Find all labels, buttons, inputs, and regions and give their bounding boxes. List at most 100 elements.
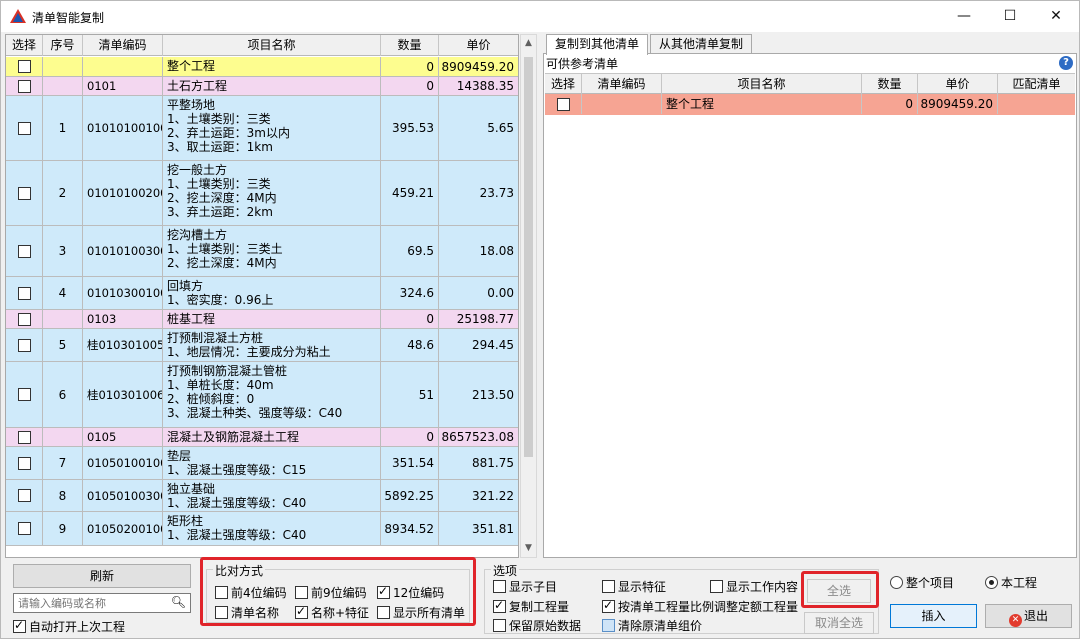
refresh-button[interactable]: 刷新 xyxy=(13,564,191,588)
rcol-name[interactable]: 项目名称 xyxy=(662,74,862,94)
row-qty: 0 xyxy=(862,94,918,114)
row-seq xyxy=(43,57,83,76)
row-name-line: 独立基础 xyxy=(167,482,216,496)
table-row[interactable]: 9010502001001矩形柱1、混凝土强度等级：C408934.52351.… xyxy=(6,512,518,546)
row-checkbox[interactable] xyxy=(17,79,31,93)
row-name-line: 平整场地 xyxy=(167,98,216,112)
row-price: 25198.77 xyxy=(456,312,514,326)
rcol-qty[interactable]: 数量 xyxy=(862,74,918,94)
opt-show-feature[interactable]: 显示特征 xyxy=(602,578,666,595)
row-name: 垫层 1、混凝土强度等级：C15 xyxy=(163,447,381,479)
search-icon[interactable]: 🔍︎ xyxy=(171,595,186,609)
row-code: 010101002001 xyxy=(83,161,163,225)
table-row[interactable]: 8010501003001独立基础1、混凝土强度等级：C405892.25321… xyxy=(6,480,518,512)
show-work-checkbox[interactable] xyxy=(710,580,723,593)
row-checkbox[interactable] xyxy=(17,522,31,535)
opt-copy-qty[interactable]: 复制工程量 xyxy=(493,598,569,615)
auto-open-checkbox[interactable] xyxy=(13,618,26,633)
row-name: 回填方 1、密实度：0.96上 xyxy=(163,277,381,309)
app-logo-icon xyxy=(10,9,26,23)
scope-this-project[interactable]: 本工程 xyxy=(985,574,1037,591)
rcol-price[interactable]: 单价 xyxy=(918,74,998,94)
adjust-ratio-checkbox[interactable] xyxy=(602,598,615,613)
table-row[interactable]: 2010101002001挖一般土方1、土壤类别：三类2、挖土深度：4M内3、弃… xyxy=(6,161,518,226)
show-feature-checkbox[interactable] xyxy=(602,580,615,593)
table-row[interactable]: 1010101001001平整场地1、土壤类别：三类2、弃土运距：3m以内3、取… xyxy=(6,96,518,161)
tab-copy-to-other[interactable]: 复制到其他清单 xyxy=(546,34,649,55)
row-price: 351.81 xyxy=(472,521,514,536)
table-row[interactable]: 5桂0103010050打预制混凝土方桩1、地层情况：主要成分为粘土48.629… xyxy=(6,329,518,362)
col-qty[interactable]: 数量 xyxy=(381,35,439,56)
row-checkbox[interactable] xyxy=(17,121,31,135)
show-child-checkbox[interactable] xyxy=(493,580,506,593)
col-name[interactable]: 项目名称 xyxy=(163,35,381,56)
scope-whole-project[interactable]: 整个项目 xyxy=(890,574,954,591)
scroll-thumb[interactable] xyxy=(524,57,533,457)
table-row[interactable]: 3010101003001挖沟槽土方1、土壤类别：三类土2、挖土深度：4M内69… xyxy=(6,226,518,277)
opt-adjust-by-ratio[interactable]: 按清单工程量比例调整定额工程量 xyxy=(602,598,798,615)
row-checkbox[interactable] xyxy=(17,338,31,352)
vertical-scrollbar[interactable]: ▲ ▼ xyxy=(520,34,537,558)
row-name-line: 桩基工程 xyxy=(167,312,216,326)
row-checkbox[interactable] xyxy=(17,60,31,73)
col-select[interactable]: 选择 xyxy=(6,35,43,56)
row-checkbox[interactable] xyxy=(17,456,31,470)
row-code: 桂0103010050 xyxy=(83,329,163,361)
opt-show-work[interactable]: 显示工作内容 xyxy=(710,578,798,595)
whole-project-radio[interactable] xyxy=(890,576,903,589)
stop-icon: ✕ xyxy=(1008,614,1022,627)
close-button[interactable]: ✕ xyxy=(1033,4,1079,28)
col-seq[interactable]: 序号 xyxy=(43,35,83,56)
row-name-line: 土石方工程 xyxy=(167,79,228,93)
row-name: 打预制混凝土方桩 1、地层情况：主要成分为粘土 xyxy=(163,329,381,361)
table-row[interactable]: 0105 混凝土及钢筋混凝土工程 0 8657523.08 xyxy=(6,428,518,447)
row-code: 010103001001 xyxy=(83,277,163,309)
row-name: 整个工程 xyxy=(163,57,381,76)
rcol-match[interactable]: 匹配清单 xyxy=(998,74,1075,94)
row-seq: 7 xyxy=(43,447,83,479)
search-input[interactable] xyxy=(14,594,164,612)
col-code[interactable]: 清单编码 xyxy=(83,35,163,56)
scroll-up-icon[interactable]: ▲ xyxy=(521,35,536,52)
maximize-button[interactable]: ☐ xyxy=(987,4,1033,28)
minimize-button[interactable]: — xyxy=(941,4,987,28)
col-price[interactable]: 单价 xyxy=(439,35,518,56)
row-checkbox[interactable] xyxy=(556,97,570,111)
copy-qty-checkbox[interactable] xyxy=(493,598,506,613)
scroll-down-icon[interactable]: ▼ xyxy=(521,540,536,557)
help-icon[interactable]: ? xyxy=(1059,56,1073,70)
table-row[interactable]: 0103 桩基工程 0 25198.77 xyxy=(6,310,518,329)
clear-price-checkbox[interactable] xyxy=(602,619,615,632)
table-row[interactable]: 4010103001001回填方1、密实度：0.96上324.60.00 xyxy=(6,277,518,310)
copy-qty-label: 复制工程量 xyxy=(509,600,570,614)
keep-original-checkbox[interactable] xyxy=(493,619,506,632)
table-row[interactable]: 7010501001001垫层1、混凝土强度等级：C15351.54881.75 xyxy=(6,447,518,480)
row-name: 混凝土及钢筋混凝土工程 xyxy=(163,428,381,446)
row-checkbox[interactable] xyxy=(17,286,31,300)
insert-button[interactable]: 插入 xyxy=(890,604,977,628)
auto-open-option[interactable]: 自动打开上次工程 xyxy=(13,618,125,635)
row-checkbox[interactable] xyxy=(17,430,31,444)
tab-copy-from-other[interactable]: 从其他清单复制 xyxy=(650,34,753,54)
opt-clear-price[interactable]: 清除原清单组价 xyxy=(602,617,702,634)
table-row[interactable]: 整个工程 0 8909459.20 xyxy=(6,57,518,77)
quit-button[interactable]: ✕ 退出 xyxy=(985,604,1072,628)
row-checkbox[interactable] xyxy=(17,186,31,200)
opt-keep-original[interactable]: 保留原始数据 xyxy=(493,617,581,634)
row-checkbox[interactable] xyxy=(17,312,31,326)
row-checkbox[interactable] xyxy=(17,388,31,401)
this-project-radio[interactable] xyxy=(985,576,998,589)
rcol-select[interactable]: 选择 xyxy=(545,74,582,94)
highlight-box-select-all xyxy=(801,571,879,608)
row-seq xyxy=(43,310,83,328)
row-checkbox[interactable] xyxy=(17,244,31,258)
table-row[interactable]: 0101 土石方工程 0 14388.35 xyxy=(6,77,518,96)
row-qty: 69.5 xyxy=(381,226,439,276)
row-checkbox[interactable] xyxy=(17,489,31,502)
row-price: 5.65 xyxy=(487,121,514,135)
unselect-all-button[interactable]: 取消全选 xyxy=(804,612,874,634)
rcol-code[interactable]: 清单编码 xyxy=(582,74,662,94)
table-row[interactable]: 6桂0103010060打预制钢筋混凝土管桩1、单桩长度：40m2、桩倾斜度：0… xyxy=(6,362,518,428)
opt-show-child[interactable]: 显示子目 xyxy=(493,578,557,595)
table-row[interactable]: 整个工程 0 8909459.20 xyxy=(545,94,1075,115)
